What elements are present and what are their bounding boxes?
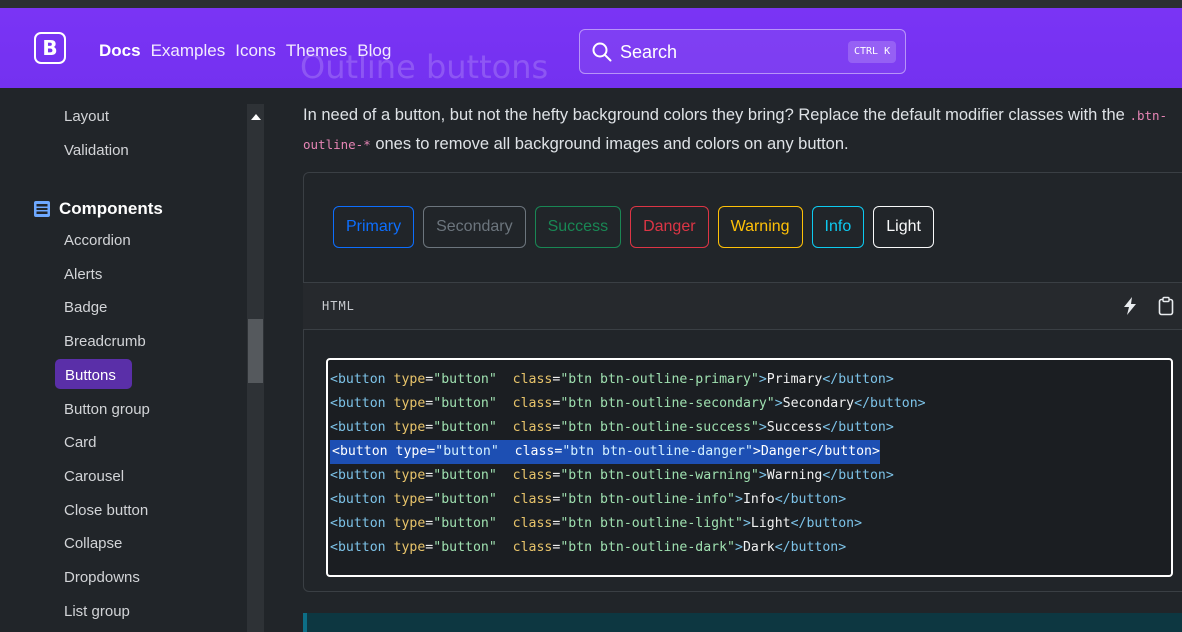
- sidebar-item-accordion[interactable]: Accordion: [64, 232, 131, 249]
- scroll-up-arrow-icon[interactable]: [251, 114, 261, 120]
- code-block[interactable]: <button type="button" class="btn btn-out…: [326, 358, 1173, 577]
- code-line: <button type="button" class="btn btn-out…: [328, 416, 1171, 440]
- sidebar-group-components: Components: [33, 199, 163, 219]
- sidebar-item-validation[interactable]: Validation: [64, 142, 129, 159]
- sidebar-item-list-group[interactable]: List group: [64, 603, 130, 620]
- code-line-text: <button type="button" class="btn btn-out…: [330, 420, 894, 435]
- primary-outline-button[interactable]: Primary: [333, 206, 415, 248]
- snippet-language-label: HTML: [322, 299, 355, 313]
- info-outline-button[interactable]: Info: [811, 206, 865, 248]
- next-section-callout: [303, 613, 1182, 632]
- nav-link-docs[interactable]: Docs: [99, 41, 141, 61]
- components-icon: [34, 201, 50, 217]
- top-navbar: Outline buttons B Docs Examples Icons Th…: [0, 8, 1182, 88]
- success-outline-button[interactable]: Success: [534, 206, 622, 248]
- light-outline-button[interactable]: Light: [873, 206, 934, 248]
- code-line-text: <button type="button" class="btn btn-out…: [330, 372, 894, 387]
- search-icon: [592, 42, 612, 62]
- danger-outline-button[interactable]: Danger: [630, 206, 709, 248]
- nav-link-blog[interactable]: Blog: [357, 41, 391, 61]
- sidebar-item-buttons[interactable]: Buttons: [65, 367, 116, 384]
- nav-links: Docs Examples Icons Themes Blog: [99, 41, 401, 61]
- sidebar-item-card[interactable]: Card: [64, 434, 97, 451]
- sidebar-item-button-group[interactable]: Button group: [64, 401, 150, 418]
- sidebar-item-close-button[interactable]: Close button: [64, 502, 148, 519]
- window-top-strip: [0, 0, 1182, 8]
- code-line: <button type="button" class="btn btn-out…: [328, 464, 1171, 488]
- code-line: <button type="button" class="btn btn-out…: [328, 368, 1171, 392]
- sidebar-item-alerts[interactable]: Alerts: [64, 266, 102, 283]
- clipboard-icon[interactable]: [1158, 296, 1174, 316]
- sidebar-item-badge[interactable]: Badge: [64, 299, 107, 316]
- code-line-text: <button type="button" class="btn btn-out…: [330, 440, 880, 464]
- code-line: <button type="button" class="btn btn-out…: [328, 536, 1171, 560]
- warning-outline-button[interactable]: Warning: [717, 206, 803, 248]
- sidebar-scroll-thumb[interactable]: [248, 319, 263, 383]
- search-shortcut-badge: CTRL K: [848, 41, 897, 63]
- code-snippet-header: [303, 282, 1182, 330]
- code-line-text: <button type="button" class="btn btn-out…: [330, 396, 926, 411]
- bootstrap-logo[interactable]: B: [34, 32, 66, 64]
- lead-text-end: ones to remove all background images and…: [370, 135, 849, 153]
- outline-button-row: Primary Secondary Success Danger Warning…: [333, 206, 934, 248]
- code-line: <button type="button" class="btn btn-out…: [328, 440, 1171, 464]
- sidebar-item-breadcrumb[interactable]: Breadcrumb: [64, 333, 146, 350]
- lead-text-start: In need of a button, but not the hefty b…: [303, 106, 1130, 124]
- nav-link-icons[interactable]: Icons: [235, 41, 276, 61]
- code-line-text: <button type="button" class="btn btn-out…: [330, 516, 863, 531]
- code-line-text: <button type="button" class="btn btn-out…: [330, 540, 847, 555]
- sidebar-item-dropdowns[interactable]: Dropdowns: [64, 569, 140, 586]
- code-line-text: <button type="button" class="btn btn-out…: [330, 492, 847, 507]
- nav-link-themes[interactable]: Themes: [286, 41, 347, 61]
- nav-link-examples[interactable]: Examples: [151, 41, 226, 61]
- search-button[interactable]: Search CTRL K: [579, 29, 906, 74]
- sidebar-item-collapse[interactable]: Collapse: [64, 535, 122, 552]
- bolt-icon[interactable]: [1122, 296, 1138, 316]
- code-line: <button type="button" class="btn btn-out…: [328, 392, 1171, 416]
- section-lead: In need of a button, but not the hefty b…: [303, 101, 1182, 159]
- sidebar-item-layout[interactable]: Layout: [64, 108, 109, 125]
- docs-sidebar: Layout Validation Components Accordion A…: [0, 88, 266, 632]
- sidebar-group-label: Components: [59, 199, 163, 218]
- code-line: <button type="button" class="btn btn-out…: [328, 488, 1171, 512]
- code-line: <button type="button" class="btn btn-out…: [328, 512, 1171, 536]
- secondary-outline-button[interactable]: Secondary: [423, 206, 526, 248]
- code-line-text: <button type="button" class="btn btn-out…: [330, 468, 894, 483]
- sidebar-item-carousel[interactable]: Carousel: [64, 468, 124, 485]
- search-placeholder: Search: [620, 42, 678, 62]
